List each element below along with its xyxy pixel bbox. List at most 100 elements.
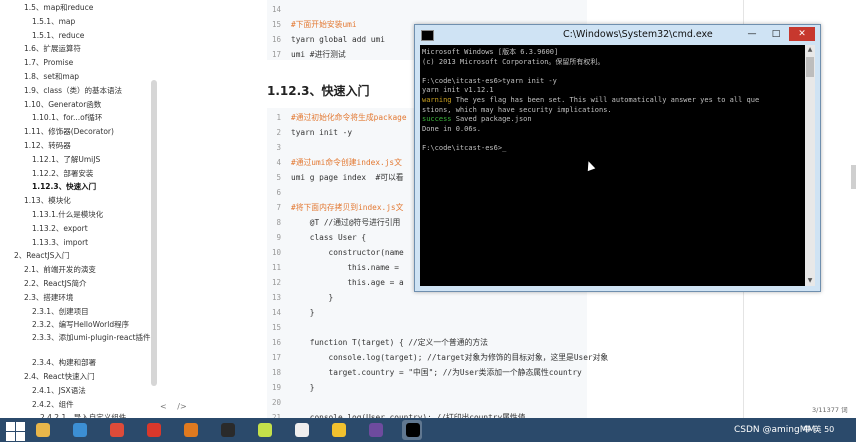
toc-item[interactable]: 1.12、转码器	[24, 139, 160, 153]
toc-item[interactable]: 1.12.3、快速入门	[32, 180, 160, 194]
toc-item[interactable]: 1.10.1、for...of循环	[32, 111, 160, 125]
cmd-taskbar-icon[interactable]	[402, 420, 422, 440]
cmd-window[interactable]: C:\Windows\System32\cmd.exe — □ ✕ Micros…	[414, 24, 821, 292]
windows-start-icon[interactable]	[4, 420, 26, 441]
code-toggle-icon[interactable]: />	[177, 402, 186, 411]
toc-item[interactable]: 1.5、map和reduce	[24, 1, 160, 15]
console-line: (c) 2013 Microsoft Corporation。保留所有权利。	[422, 57, 605, 66]
typora-taskbar-icon[interactable]	[291, 420, 311, 440]
git-taskbar-icon[interactable]	[365, 420, 385, 440]
chrome-taskbar-icon[interactable]	[106, 420, 126, 440]
code-text[interactable]: class User {	[291, 230, 366, 245]
line-number: 3	[276, 143, 281, 152]
minimize-button[interactable]: —	[741, 27, 763, 41]
toc-item[interactable]: 2.2、ReactJS简介	[24, 277, 160, 291]
code-text[interactable]: }	[291, 305, 315, 320]
idea-taskbar-icon[interactable]	[217, 420, 237, 440]
sticky-taskbar-icon[interactable]	[254, 420, 274, 440]
code-text[interactable]: constructor(name	[291, 245, 404, 260]
toc-scrollbar[interactable]	[151, 80, 157, 386]
toc-item[interactable]: 1.12.2、部署安装	[32, 167, 160, 181]
explorer-taskbar-icon[interactable]	[32, 420, 52, 440]
code-text[interactable]: #将下面内存拷贝到index.js文	[291, 200, 403, 215]
code-text[interactable]: }	[291, 290, 334, 305]
toc-sidebar: 1.5、map和reduce 1.5.1、map 1.5.1、reduce 1.6、扩…	[0, 0, 160, 418]
mouse-cursor-icon	[584, 159, 596, 172]
code-text[interactable]: tyarn global add umi	[291, 32, 385, 47]
line-number: 12	[271, 278, 281, 287]
line-number: 20	[271, 398, 281, 407]
line-number: 7	[276, 203, 281, 212]
line-number: 6	[276, 188, 281, 197]
scroll-thumb[interactable]	[806, 57, 814, 77]
cmd-titlebar[interactable]: C:\Windows\System32\cmd.exe — □ ✕	[415, 25, 820, 45]
toc-item[interactable]: 1.6、扩展运算符	[24, 42, 160, 56]
pdf-taskbar-icon[interactable]	[328, 420, 348, 440]
code-text[interactable]: @T //通过@符号进行引用	[291, 215, 401, 230]
chevron-left-icon[interactable]: <	[160, 402, 167, 411]
typora-icon	[295, 423, 309, 437]
toc-item[interactable]: 2.3.1、创建项目	[32, 305, 160, 319]
toc-item[interactable]: 1.5.1、reduce	[32, 29, 160, 43]
code-text[interactable]: #通过umi命令创建index.js文	[291, 155, 402, 170]
toc-item[interactable]: 2.4.2、组件	[32, 398, 160, 412]
scroll-up-icon[interactable]: ▲	[805, 45, 815, 55]
document-scrollbar[interactable]	[851, 165, 856, 189]
toc-item[interactable]: 2、ReactJS入门	[14, 249, 160, 263]
maximize-button[interactable]: □	[765, 27, 787, 41]
toc-item[interactable]: 2.3.4、构建和部署	[32, 356, 160, 370]
code-text[interactable]: this.age = a	[291, 275, 403, 290]
scroll-down-icon[interactable]: ▼	[805, 276, 815, 286]
console-line: success Saved package.json	[422, 115, 532, 124]
toc-item[interactable]: 1.7、Promise	[24, 56, 160, 70]
sticky-icon	[258, 423, 272, 437]
toc-item[interactable]: 2.1、前端开发的演变	[24, 263, 160, 277]
sublime-taskbar-icon[interactable]	[180, 420, 200, 440]
cmd-scrollbar[interactable]: ▲ ▼	[805, 45, 815, 286]
code-text[interactable]: umi g page index #可以看	[291, 170, 404, 185]
toc-item[interactable]: 2.3.3、添加umi-plugin-react插件	[32, 332, 152, 356]
browser-taskbar-icon[interactable]	[69, 420, 89, 440]
toc-item[interactable]: 2.4.2.1、导入自定义组件	[40, 411, 160, 418]
toc-item[interactable]: 2.4.1、JSX语法	[32, 384, 160, 398]
code-text[interactable]: tyarn init -y	[291, 125, 352, 140]
toc-item[interactable]: 1.8、set和map	[24, 70, 160, 84]
code-text[interactable]: }	[291, 380, 315, 395]
toc-item[interactable]: 1.9、class（类）的基本语法	[24, 84, 160, 98]
close-button[interactable]: ✕	[789, 27, 815, 41]
toc-item[interactable]: 1.11、修饰器(Decorator)	[24, 125, 160, 139]
browser-icon	[73, 423, 87, 437]
line-number: 13	[271, 293, 281, 302]
xmind-taskbar-icon[interactable]	[143, 420, 163, 440]
toc-item[interactable]: 2.3.2、编写HelloWorld程序	[32, 318, 160, 332]
toc-item[interactable]: 1.12.1、了解UmiJS	[32, 153, 160, 167]
toc-item[interactable]: 1.10、Generator函数	[24, 98, 160, 112]
code-text[interactable]: console.log(target); //target对象为修饰的目标对象，…	[291, 350, 609, 365]
line-number: 5	[276, 173, 281, 182]
toc-item[interactable]: 2.4、React快速入门	[24, 370, 160, 384]
line-number: 19	[271, 383, 281, 392]
line-number: 15	[271, 323, 281, 332]
code-text[interactable]: #通过初始化命令将生成package	[291, 110, 407, 125]
code-text[interactable]: this.name =	[291, 260, 399, 275]
toc-item[interactable]: 2.3、搭建环境	[24, 291, 160, 305]
system-tray[interactable]: 中 英 50	[803, 418, 834, 442]
toc-item[interactable]: 1.13.2、export	[32, 222, 160, 236]
toc-item[interactable]: 1.13.1.什么是模块化	[32, 208, 160, 222]
idea-icon	[221, 423, 235, 437]
toc-item[interactable]: 1.5.1、map	[32, 15, 160, 29]
toc-item[interactable]: 1.13、模块化	[24, 194, 160, 208]
code-text[interactable]: #下面开始安装umi	[291, 17, 357, 32]
toc-item[interactable]: 1.13.3、import	[32, 236, 160, 250]
console-line: Done in 0.06s.	[422, 124, 482, 133]
cmd-icon	[406, 423, 420, 437]
cmd-app-icon	[421, 30, 434, 41]
code-text[interactable]: function T(target) { //定义一个普通的方法	[291, 335, 488, 350]
code-text[interactable]: target.country = "中国"; //为User类添加一个静态属性c…	[291, 365, 582, 380]
line-number: 1	[276, 113, 281, 122]
cmd-console[interactable]: Microsoft Windows [版本 6.3.9600] (c) 2013 …	[420, 45, 805, 286]
console-line: Microsoft Windows [版本 6.3.9600]	[422, 48, 559, 56]
line-number: 14	[271, 308, 281, 317]
code-text[interactable]: umi #进行测试	[291, 47, 346, 62]
explorer-icon	[36, 423, 50, 437]
